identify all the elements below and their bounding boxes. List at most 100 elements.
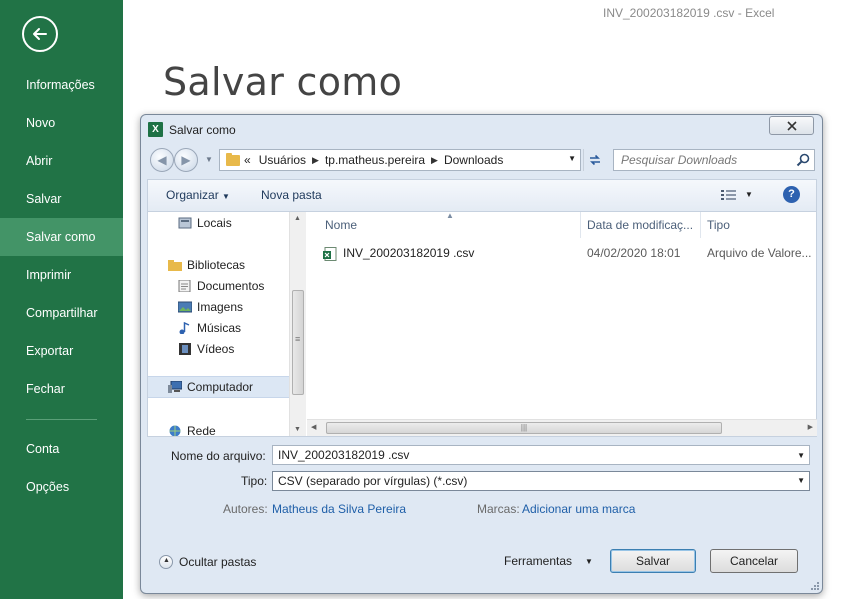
sort-up-icon: ▲: [446, 211, 454, 220]
column-header-name[interactable]: Nome ▲: [307, 211, 581, 238]
scroll-up-icon[interactable]: ▲: [294, 215, 301, 222]
nav-node-label: Músicas: [197, 321, 242, 335]
back-nav-button[interactable]: ◀: [150, 148, 174, 172]
view-dropdown-icon[interactable]: ▼: [745, 190, 753, 199]
file-name: INV_200203182019 .csv: [343, 246, 475, 260]
nav-node-imagens[interactable]: Imagens: [178, 300, 243, 314]
address-row: ◀ ▶ ▼ « Usuários ▶ tp.matheus.pereira ▶ …: [149, 147, 815, 173]
nav-novo[interactable]: Novo: [0, 104, 123, 142]
column-header-type[interactable]: Tipo: [701, 212, 816, 238]
breadcrumb-user[interactable]: tp.matheus.pereira: [325, 153, 425, 167]
folder-icon: [226, 152, 240, 166]
grip-icon: ≡: [295, 334, 301, 344]
organize-label: Organizar: [166, 188, 219, 202]
nav-node-label: Documentos: [197, 279, 265, 293]
dialog-titlebar[interactable]: X Salvar como: [141, 115, 822, 145]
search-input[interactable]: [614, 150, 786, 170]
back-button[interactable]: [22, 16, 58, 52]
backstage-sidebar: Informações Novo Abrir Salvar Salvar com…: [0, 0, 123, 599]
nav-opcoes[interactable]: Opções: [0, 468, 123, 506]
chevron-down-icon[interactable]: ▼: [797, 451, 805, 460]
tools-dropdown-icon[interactable]: ▼: [585, 557, 593, 566]
nav-node-documentos[interactable]: Documentos: [178, 279, 264, 293]
tags-label: Marcas:: [477, 502, 520, 516]
add-tag-link[interactable]: Adicionar uma marca: [522, 502, 635, 516]
close-button[interactable]: [769, 116, 814, 135]
computer-icon: [168, 381, 182, 393]
arrow-right-icon: ▶: [181, 153, 191, 167]
nav-informacoes[interactable]: Informações: [0, 66, 123, 104]
scroll-right-icon[interactable]: ▶: [808, 423, 813, 431]
resize-grip-icon[interactable]: [809, 580, 819, 590]
chevron-down-icon[interactable]: ▼: [568, 154, 576, 163]
save-button[interactable]: Salvar: [610, 549, 696, 573]
scrollbar-thumb[interactable]: |||: [326, 422, 722, 434]
scroll-left-icon[interactable]: ◀: [311, 423, 316, 431]
hide-folders-label: Ocultar pastas: [179, 555, 257, 569]
nav-salvar-como[interactable]: Salvar como: [0, 218, 123, 256]
nav-fechar[interactable]: Fechar: [0, 370, 123, 408]
close-icon: [786, 120, 797, 131]
nav-node-bibliotecas[interactable]: Bibliotecas: [168, 258, 245, 272]
chevron-down-icon: ▼: [797, 476, 805, 485]
nav-pane-scrollbar[interactable]: ▲ ≡ ▼: [289, 212, 306, 436]
csv-file-icon: [323, 247, 337, 261]
file-browser: Locais Bibliotecas Documentos Imagens Mú…: [147, 211, 817, 437]
chevron-right-icon[interactable]: ▶: [312, 155, 319, 166]
file-list-scrollbar[interactable]: ◀ ||| ▶: [307, 419, 817, 436]
address-bar[interactable]: « Usuários ▶ tp.matheus.pereira ▶ Downlo…: [219, 149, 581, 171]
help-icon[interactable]: ?: [783, 186, 800, 203]
nav-node-musicas[interactable]: Músicas: [178, 321, 241, 335]
file-row[interactable]: INV_200203182019 .csv 04/02/2020 18:01 A…: [323, 245, 815, 263]
new-folder-button[interactable]: Nova pasta: [261, 188, 322, 202]
nav-node-computador[interactable]: Computador: [148, 376, 289, 398]
forward-nav-button[interactable]: ▶: [174, 148, 198, 172]
nav-conta[interactable]: Conta: [0, 430, 123, 468]
recent-places-icon: [178, 217, 192, 229]
view-details-icon[interactable]: [721, 189, 737, 201]
nav-arrows: ◀ ▶: [150, 148, 208, 172]
music-icon: [179, 322, 190, 334]
scroll-down-icon[interactable]: ▼: [294, 426, 301, 433]
nav-node-rede[interactable]: Rede: [168, 424, 216, 436]
hide-folders-button[interactable]: ▲ Ocultar pastas: [159, 555, 256, 569]
pictures-icon: [178, 301, 192, 313]
nav-salvar[interactable]: Salvar: [0, 180, 123, 218]
save-as-dialog: X Salvar como ◀ ▶ ▼ « Usuários ▶ tp.math…: [140, 114, 823, 594]
organize-button[interactable]: Organizar ▼: [166, 188, 230, 202]
libraries-icon: [168, 260, 182, 271]
search-icon[interactable]: [796, 153, 810, 167]
filename-input[interactable]: [273, 446, 809, 464]
nav-compartilhar[interactable]: Compartilhar: [0, 294, 123, 332]
breadcrumb-usuarios[interactable]: Usuários: [259, 153, 306, 167]
column-header-date[interactable]: Data de modificaç...: [581, 212, 701, 238]
cancel-button[interactable]: Cancelar: [710, 549, 798, 573]
file-list-pane: Nome ▲ Data de modificaç... Tipo INV_2002…: [307, 211, 817, 436]
breadcrumb-downloads[interactable]: Downloads: [444, 153, 503, 167]
filename-label: Nome do arquivo:: [171, 449, 266, 463]
file-type: Arquivo de Valore...: [707, 246, 812, 260]
grip-icon: |||: [520, 423, 528, 432]
page-title: Salvar como: [163, 60, 403, 104]
breadcrumb-overflow[interactable]: «: [244, 153, 251, 167]
scrollbar-thumb[interactable]: ≡: [292, 290, 304, 395]
authors-value[interactable]: Matheus da Silva Pereira: [272, 502, 406, 516]
nav-abrir[interactable]: Abrir: [0, 142, 123, 180]
nav-node-videos[interactable]: Vídeos: [178, 342, 234, 356]
chevron-right-icon[interactable]: ▶: [431, 155, 438, 166]
nav-imprimir[interactable]: Imprimir: [0, 256, 123, 294]
navigation-pane: Locais Bibliotecas Documentos Imagens Mú…: [148, 212, 290, 436]
search-box: [613, 149, 815, 171]
refresh-icon: [589, 154, 600, 166]
history-dropdown-icon[interactable]: ▼: [205, 155, 213, 164]
file-date: 04/02/2020 18:01: [587, 246, 681, 260]
nav-node-locais[interactable]: Locais: [178, 216, 232, 230]
authors-label: Autores:: [223, 502, 268, 516]
filetype-select[interactable]: CSV (separado por vírgulas) (*.csv) ▼: [272, 471, 810, 491]
nav-exportar[interactable]: Exportar: [0, 332, 123, 370]
arrow-left-icon: ◀: [157, 153, 167, 167]
dialog-toolbar: Organizar ▼ Nova pasta ▼ ?: [147, 179, 817, 211]
tools-button[interactable]: Ferramentas: [504, 554, 572, 568]
nav-node-label: Bibliotecas: [187, 258, 246, 272]
refresh-button[interactable]: [583, 149, 605, 171]
